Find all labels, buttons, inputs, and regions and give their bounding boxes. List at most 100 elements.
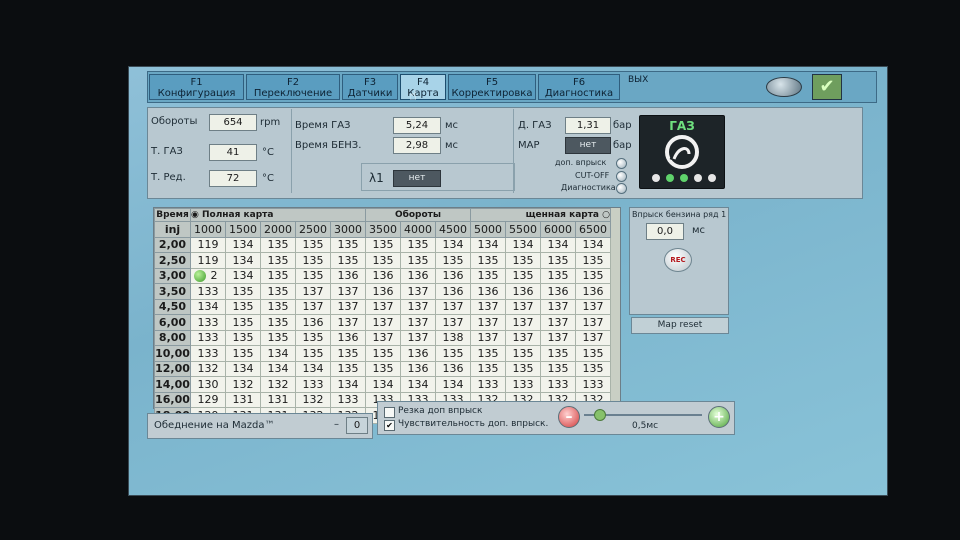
rec-button[interactable]: REC xyxy=(664,248,692,272)
map-cell[interactable]: 131 xyxy=(260,391,296,408)
map-cell[interactable]: 135 xyxy=(330,236,366,253)
map-cell[interactable]: 136 xyxy=(505,283,541,300)
map-cell[interactable]: 137 xyxy=(505,314,541,331)
map-cell[interactable]: 135 xyxy=(365,360,401,377)
map-cell[interactable]: 129 xyxy=(190,391,226,408)
map-cell[interactable]: 134 xyxy=(295,360,331,377)
map-cell[interactable]: 134 xyxy=(190,298,226,315)
map-cell[interactable]: 136 xyxy=(400,267,436,284)
map-cell[interactable]: 135 xyxy=(225,329,261,346)
map-cell[interactable]: 136 xyxy=(365,267,401,284)
map-cell[interactable]: 135 xyxy=(225,314,261,331)
map-cell[interactable]: 134 xyxy=(225,236,261,253)
map-cell[interactable]: 137 xyxy=(400,283,436,300)
map-cell[interactable]: 135 xyxy=(575,267,611,284)
connect-button[interactable] xyxy=(766,77,802,97)
slider-thumb[interactable] xyxy=(594,409,606,421)
map-cell[interactable]: 135 xyxy=(575,360,611,377)
map-cell[interactable]: 135 xyxy=(505,267,541,284)
mazda-lean-input[interactable]: 0 xyxy=(346,417,368,434)
map-cell[interactable]: 135 xyxy=(260,314,296,331)
map-cell[interactable]: 133 xyxy=(575,376,611,393)
map-cell[interactable]: 136 xyxy=(435,360,471,377)
map-cell[interactable]: 135 xyxy=(505,252,541,269)
full-map-option[interactable]: ◉ Полная карта xyxy=(190,208,366,222)
map-cell[interactable]: 137 xyxy=(400,298,436,315)
map-cell[interactable]: 135 xyxy=(365,252,401,269)
map-cell[interactable]: 133 xyxy=(540,376,576,393)
map-cell[interactable]: 137 xyxy=(365,298,401,315)
tab-switching[interactable]: F2 Переключение xyxy=(246,74,340,100)
map-cell[interactable]: 135 xyxy=(295,329,331,346)
map-cell[interactable]: 136 xyxy=(400,360,436,377)
map-cell[interactable]: 135 xyxy=(295,252,331,269)
tab-correction[interactable]: F5 Корректировка xyxy=(448,74,536,100)
map-cell[interactable]: 135 xyxy=(540,267,576,284)
map-cell[interactable]: 134 xyxy=(505,236,541,253)
map-cell[interactable]: 137 xyxy=(505,329,541,346)
map-cell[interactable]: 132 xyxy=(225,376,261,393)
reduced-map-option[interactable]: щенная карта ○ xyxy=(470,208,611,222)
map-cell[interactable]: 136 xyxy=(295,314,331,331)
map-cell[interactable]: 133 xyxy=(505,376,541,393)
map-cell[interactable]: 138 xyxy=(435,329,471,346)
map-cell[interactable]: 135 xyxy=(225,283,261,300)
map-cell[interactable]: 137 xyxy=(330,314,366,331)
map-cell[interactable]: 137 xyxy=(435,314,471,331)
decrease-button[interactable]: – xyxy=(558,406,580,428)
map-cell[interactable]: 135 xyxy=(575,252,611,269)
map-cell[interactable]: 135 xyxy=(260,283,296,300)
map-cell[interactable]: 135 xyxy=(400,252,436,269)
map-cell[interactable]: 136 xyxy=(330,267,366,284)
map-cell[interactable]: 135 xyxy=(330,252,366,269)
map-cell[interactable]: 134 xyxy=(575,236,611,253)
map-cell[interactable]: 134 xyxy=(400,376,436,393)
map-cell[interactable]: 137 xyxy=(330,298,366,315)
tab-diagnostics[interactable]: F6 Диагностика xyxy=(538,74,620,100)
map-cell[interactable]: 137 xyxy=(295,283,331,300)
map-cell[interactable]: 132 xyxy=(260,376,296,393)
map-cell[interactable]: 135 xyxy=(330,360,366,377)
map-cell[interactable]: 135 xyxy=(470,345,506,362)
map-cell[interactable]: 132 xyxy=(295,391,331,408)
map-cell[interactable]: 133 xyxy=(190,314,226,331)
map-cell[interactable]: 135 xyxy=(225,298,261,315)
map-cell[interactable]: 137 xyxy=(540,329,576,346)
map-cell[interactable]: 137 xyxy=(470,298,506,315)
tab-map[interactable]: F4 Карта xyxy=(400,74,446,100)
map-cell[interactable]: 135 xyxy=(540,360,576,377)
map-cell[interactable]: 133 xyxy=(190,345,226,362)
map-cell[interactable]: 135 xyxy=(330,345,366,362)
map-cell[interactable]: 130 xyxy=(190,376,226,393)
map-cell[interactable]: 133 xyxy=(470,376,506,393)
map-cell[interactable]: 135 xyxy=(260,252,296,269)
map-cell[interactable]: 137 xyxy=(295,298,331,315)
map-cell[interactable]: 135 xyxy=(505,345,541,362)
map-cell[interactable]: 135 xyxy=(435,345,471,362)
map-cell[interactable]: 131 xyxy=(225,391,261,408)
map-cell[interactable]: 137 xyxy=(330,283,366,300)
map-cell[interactable]: 136 xyxy=(400,345,436,362)
map-cell[interactable]: 134 xyxy=(225,360,261,377)
map-cell[interactable]: 135 xyxy=(260,329,296,346)
map-cell[interactable]: 135 xyxy=(260,298,296,315)
map-cell[interactable]: 135 xyxy=(295,345,331,362)
map-cell[interactable]: 136 xyxy=(435,267,471,284)
map-cell[interactable]: 137 xyxy=(575,298,611,315)
map-cell[interactable]: 135 xyxy=(225,345,261,362)
map-cell[interactable]: 137 xyxy=(540,298,576,315)
map-cell[interactable]: 134 xyxy=(225,252,261,269)
map-cell[interactable]: 135 xyxy=(575,345,611,362)
map-cell[interactable]: 134 xyxy=(435,376,471,393)
map-cell[interactable]: 137 xyxy=(575,329,611,346)
increase-button[interactable]: + xyxy=(708,406,730,428)
gas-mode-indicator[interactable]: ГАЗ xyxy=(639,115,725,189)
map-cell[interactable]: 136 xyxy=(330,329,366,346)
map-cell[interactable]: 135 xyxy=(295,267,331,284)
map-cell[interactable]: 137 xyxy=(505,298,541,315)
map-cell[interactable]: 134 xyxy=(365,376,401,393)
map-cell[interactable]: 137 xyxy=(435,298,471,315)
map-cell[interactable]: 135 xyxy=(540,345,576,362)
map-cell[interactable]: 134 xyxy=(225,267,261,284)
map-cell[interactable]: 137 xyxy=(470,329,506,346)
